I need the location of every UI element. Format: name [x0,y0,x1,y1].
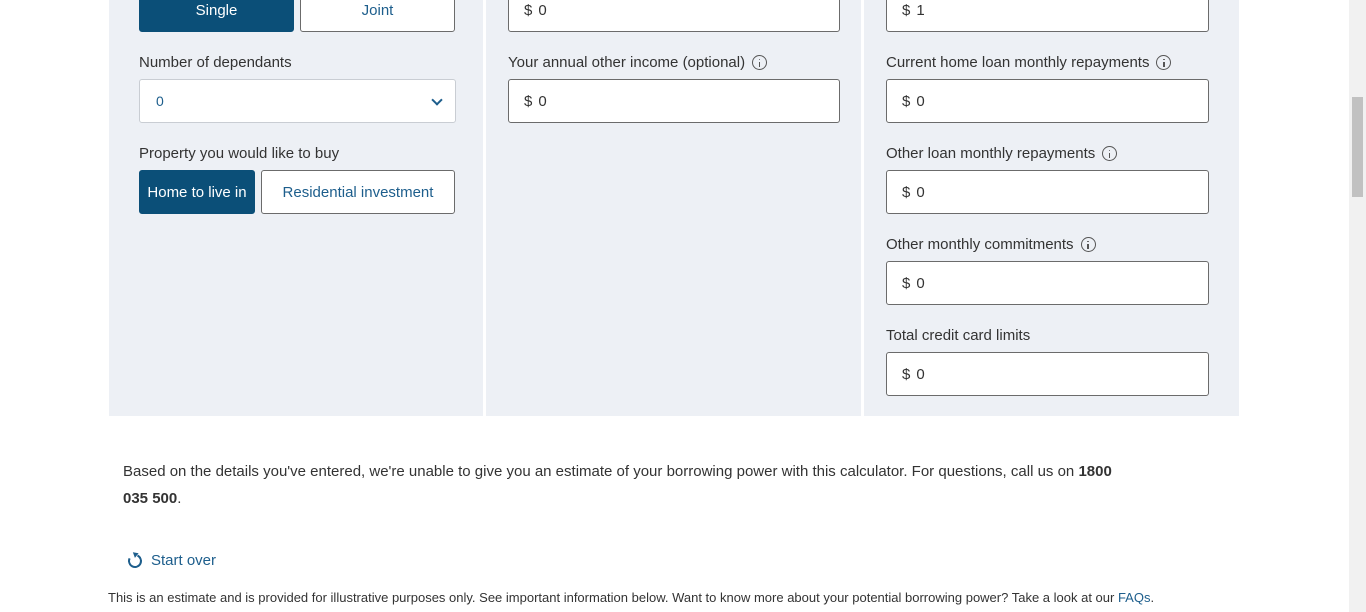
dependants-value: 0 [156,93,164,109]
info-icon[interactable] [1102,146,1118,161]
joint-button[interactable]: Joint [300,0,455,32]
other-loan-label: Other loan monthly repayments [886,145,1118,162]
other-income-label: Your annual other income (optional) [508,54,768,71]
faqs-link[interactable]: FAQs [1118,590,1151,605]
credit-card-label: Total credit card limits [886,327,1031,344]
reload-icon [126,551,144,570]
start-over-button[interactable]: Start over [126,551,216,570]
dependants-label: Number of dependants [139,54,292,71]
disclaimer: This is an estimate and is provided for … [108,590,1155,605]
info-icon[interactable] [752,55,768,70]
income-field[interactable]: $0 [508,0,840,32]
property-label: Property you would like to buy [139,145,340,162]
residential-investment-button[interactable]: Residential investment [261,170,455,214]
single-button[interactable]: Single [139,0,294,32]
home-to-live-in-button[interactable]: Home to live in [139,170,255,214]
scrollbar-thumb[interactable] [1352,97,1363,197]
commitments-field[interactable]: $0 [886,261,1209,305]
other-income-field[interactable]: $0 [508,79,840,123]
result-message: Based on the details you've entered, we'… [123,463,1112,507]
credit-card-field[interactable]: $0 [886,352,1209,396]
column-divider [483,0,486,416]
info-icon[interactable] [1156,55,1172,70]
home-loan-label: Current home loan monthly repayments [886,54,1172,71]
home-loan-field[interactable]: $0 [886,79,1209,123]
column-divider [861,0,864,416]
other-loan-field[interactable]: $0 [886,170,1209,214]
scrollbar[interactable] [1349,0,1366,612]
living-expenses-field[interactable]: $1 [886,0,1209,32]
commitments-label: Other monthly commitments [886,236,1096,253]
chevron-down-icon [431,94,443,106]
dependants-select[interactable]: 0 [139,79,456,123]
info-icon[interactable] [1080,237,1096,252]
